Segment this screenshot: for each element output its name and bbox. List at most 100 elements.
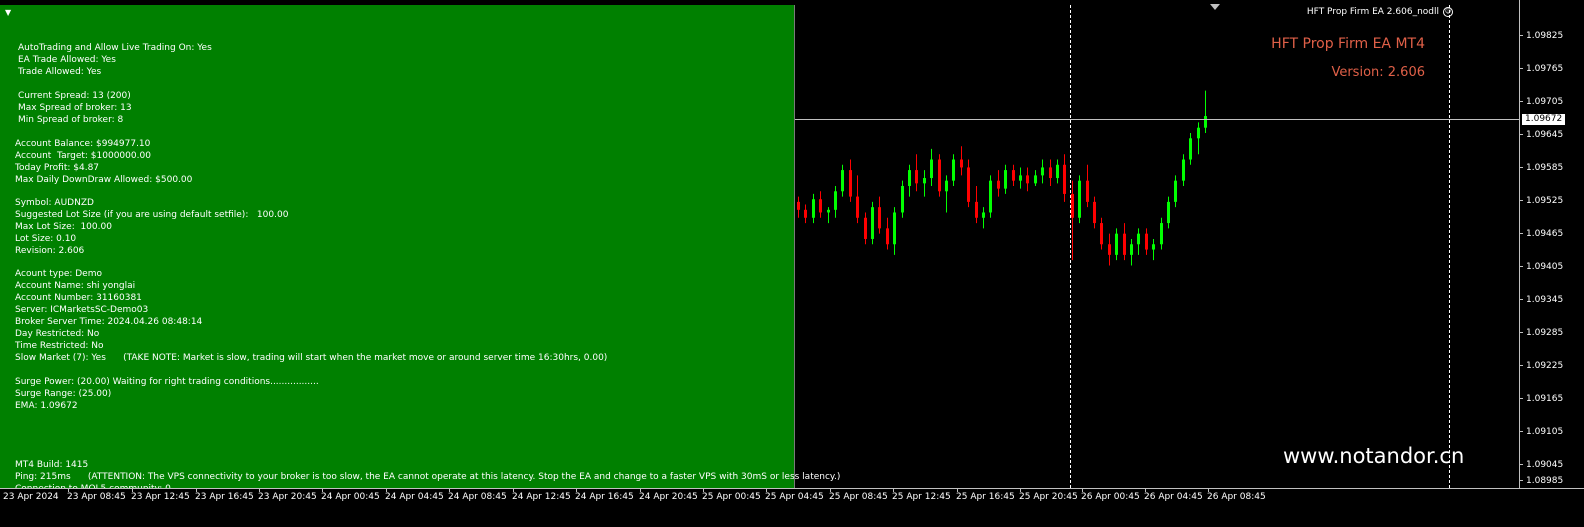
candle	[856, 175, 859, 224]
candle-body	[989, 180, 992, 213]
candle-body	[1063, 164, 1066, 194]
autotrading-status: AutoTrading and Allow Live Trading On: Y…	[18, 43, 212, 53]
candle-body	[1174, 180, 1177, 202]
candle-body	[1093, 201, 1096, 224]
candle	[945, 175, 948, 213]
price-label: 1.09825	[1526, 31, 1564, 41]
candle-body	[923, 178, 926, 184]
time-label: 25 Apr 12:45	[892, 492, 951, 502]
time-label: 24 Apr 20:45	[639, 492, 698, 502]
candle	[938, 154, 941, 197]
candle	[797, 196, 800, 218]
candle	[915, 154, 918, 192]
candle-body	[915, 170, 918, 184]
candle	[1004, 164, 1007, 194]
price-tick	[1519, 431, 1523, 432]
candle	[841, 164, 844, 197]
price-label: 1.09345	[1526, 295, 1564, 305]
time-label: 25 Apr 08:45	[829, 492, 888, 502]
candle-body	[1049, 167, 1052, 179]
price-tick	[1519, 233, 1523, 234]
candle	[1130, 238, 1133, 266]
price-label: 1.09525	[1526, 196, 1564, 206]
candle-body	[1041, 167, 1044, 176]
price-tick	[1519, 35, 1523, 36]
price-tick	[1519, 167, 1523, 168]
candle	[1078, 175, 1081, 224]
candle-body	[1145, 233, 1148, 250]
candle-body	[901, 185, 904, 213]
chart-shift-marker[interactable]	[1210, 4, 1220, 10]
candle	[923, 170, 926, 197]
candle-body	[856, 196, 859, 218]
time-label: 24 Apr 08:45	[448, 492, 507, 502]
candle-body	[893, 212, 896, 245]
price-tick	[1519, 480, 1523, 481]
candle-body	[1115, 233, 1118, 255]
candle	[975, 185, 978, 224]
candle-body	[1152, 244, 1155, 250]
candle	[1071, 180, 1074, 261]
collapse-arrow-icon[interactable]: ▼	[5, 9, 11, 17]
account-target: Account Target: $1000000.00	[15, 151, 151, 161]
price-tick	[1519, 464, 1523, 465]
candle	[1063, 154, 1066, 202]
price-tick	[1519, 398, 1523, 399]
candle	[908, 164, 911, 197]
candle-body	[1123, 233, 1126, 255]
candle-body	[938, 159, 941, 192]
candle	[834, 185, 837, 218]
price-label: 1.09465	[1526, 229, 1564, 239]
time-label: 25 Apr 16:45	[956, 492, 1015, 502]
candle-body	[1108, 244, 1111, 255]
time-label: 26 Apr 08:45	[1207, 492, 1266, 502]
price-label: 1.09405	[1526, 262, 1564, 272]
candle	[804, 204, 807, 224]
time-label: 25 Apr 20:45	[1019, 492, 1078, 502]
candle-body	[1204, 116, 1207, 128]
price-axis[interactable]: 1.09825 1.09765 1.09705 1.09645 1.09585 …	[1519, 0, 1584, 488]
candle-body	[1167, 201, 1170, 224]
expert-name-label: HFT Prop Firm EA 2.606_nodll	[1306, 7, 1439, 17]
account-number: Account Number: 31160381	[15, 293, 142, 303]
ea-info-panel: ▼ AutoTrading and Allow Live Trading On:…	[0, 5, 840, 494]
slow-market: Slow Market (7): Yes (TAKE NOTE: Market …	[15, 353, 608, 363]
candle	[1182, 154, 1185, 186]
candle-body	[1034, 175, 1037, 184]
mt4-build: MT4 Build: 1415	[15, 460, 89, 470]
candle	[878, 196, 881, 234]
broker-server-time: Broker Server Time: 2024.04.26 08:48:14	[15, 317, 203, 327]
candle-body	[871, 207, 874, 239]
candle	[1086, 164, 1089, 208]
candle-body	[1160, 223, 1163, 245]
candle-body	[886, 228, 889, 245]
mt4-chart-window: HFT Prop Firm EA 2.606_nodll ☺ HFT Prop …	[0, 0, 1584, 527]
candle-body	[834, 191, 837, 210]
candle	[893, 207, 896, 255]
max-lot-size: Max Lot Size: 100.00	[15, 222, 112, 232]
candle-body	[908, 170, 911, 186]
candle	[1152, 238, 1155, 261]
revision: Revision: 2.606	[15, 246, 85, 256]
server: Server: ICMarketsSC-Demo03	[15, 305, 149, 315]
candle-body	[1182, 159, 1185, 181]
candle-body	[930, 159, 933, 179]
time-axis[interactable]: 23 Apr 2024 23 Apr 08:45 23 Apr 12:45 23…	[0, 488, 1584, 527]
time-label: 24 Apr 16:45	[575, 492, 634, 502]
time-label: 26 Apr 00:45	[1081, 492, 1140, 502]
price-tick	[1519, 266, 1523, 267]
candle-body	[1056, 164, 1059, 179]
price-tick	[1519, 365, 1523, 366]
candle-body	[1100, 223, 1103, 245]
candle-body	[1078, 180, 1081, 218]
candle-body	[1012, 170, 1015, 181]
surge-range: Surge Range: (25.00)	[15, 389, 112, 399]
candle-body	[849, 170, 852, 197]
period-separator-line	[1449, 5, 1450, 488]
ea-title: HFT Prop Firm EA MT4	[1271, 36, 1425, 52]
candle-body	[1197, 127, 1200, 139]
price-label: 1.09705	[1526, 97, 1564, 107]
chart-area[interactable]: HFT Prop Firm EA 2.606_nodll ☺ HFT Prop …	[0, 0, 1519, 494]
candle	[930, 148, 933, 186]
price-label: 1.09765	[1526, 64, 1564, 74]
